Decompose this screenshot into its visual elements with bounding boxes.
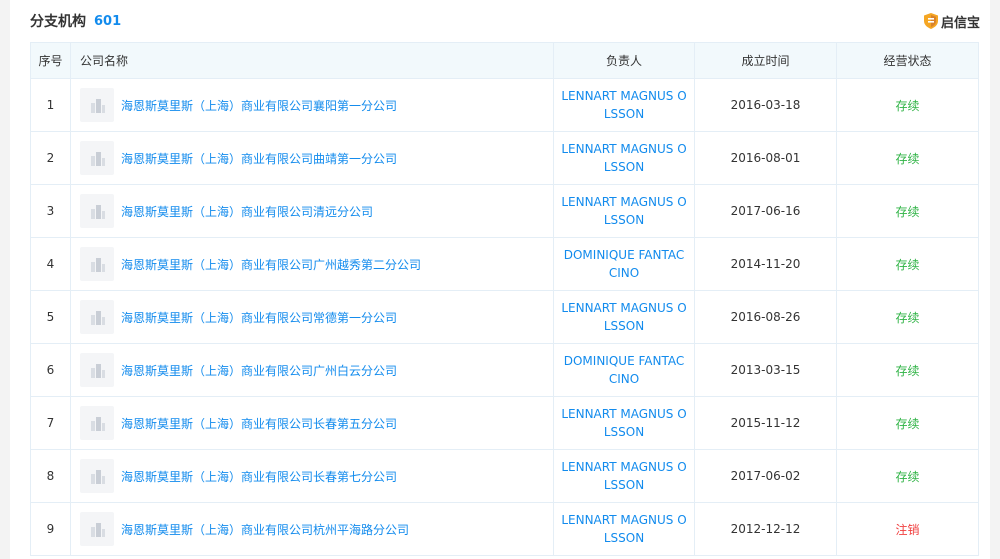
company-logo-icon[interactable] [80, 247, 114, 281]
company-logo-icon[interactable] [80, 353, 114, 387]
row-index: 5 [30, 290, 71, 344]
person-cell: DOMINIQUE FANTACCINO [553, 343, 695, 397]
table-row: 9 海恩斯莫里斯（上海）商业有限公司杭州平海路分公司 LENNART MAGNU… [30, 502, 979, 556]
established-date: 2012-12-12 [694, 502, 837, 556]
company-logo-icon[interactable] [80, 459, 114, 493]
company-cell: 海恩斯莫里斯（上海）商业有限公司襄阳第一分公司 [70, 78, 554, 132]
brand-label: 启信宝 [940, 15, 980, 31]
table-header-row: 序号 公司名称 负责人 成立时间 经营状态 [30, 42, 979, 79]
person-cell: LENNART MAGNUS OLSSON [553, 78, 695, 132]
company-logo-icon[interactable] [80, 141, 114, 175]
person-in-charge-link[interactable]: LENNART MAGNUS OLSSON [560, 405, 688, 441]
table-row: 8 海恩斯莫里斯（上海）商业有限公司长春第七分公司 LENNART MAGNUS… [30, 449, 979, 503]
table-row: 5 海恩斯莫里斯（上海）商业有限公司常德第一分公司 LENNART MAGNUS… [30, 290, 979, 344]
brand-badge[interactable]: 启信宝 [923, 12, 980, 31]
status-badge: 注销 [836, 502, 979, 556]
status-badge: 存续 [836, 237, 979, 291]
row-index: 4 [30, 237, 71, 291]
row-index: 1 [30, 78, 71, 132]
company-cell: 海恩斯莫里斯（上海）商业有限公司广州越秀第二分公司 [70, 237, 554, 291]
person-in-charge-link[interactable]: LENNART MAGNUS OLSSON [560, 193, 688, 229]
person-in-charge-link[interactable]: DOMINIQUE FANTACCINO [560, 352, 688, 388]
established-date: 2016-08-01 [694, 131, 837, 185]
person-in-charge-link[interactable]: DOMINIQUE FANTACCINO [560, 246, 688, 282]
left-gutter [0, 0, 10, 559]
company-cell: 海恩斯莫里斯（上海）商业有限公司长春第五分公司 [70, 396, 554, 450]
company-name-link[interactable]: 海恩斯莫里斯（上海）商业有限公司杭州平海路分公司 [121, 521, 409, 538]
company-name-link[interactable]: 海恩斯莫里斯（上海）商业有限公司广州越秀第二分公司 [121, 256, 421, 273]
established-date: 2014-11-20 [694, 237, 837, 291]
established-date: 2015-11-12 [694, 396, 837, 450]
company-cell: 海恩斯莫里斯（上海）商业有限公司长春第七分公司 [70, 449, 554, 503]
status-badge: 存续 [836, 343, 979, 397]
person-cell: LENNART MAGNUS OLSSON [553, 449, 695, 503]
person-in-charge-link[interactable]: LENNART MAGNUS OLSSON [560, 458, 688, 494]
table-row: 1 海恩斯莫里斯（上海）商业有限公司襄阳第一分公司 LENNART MAGNUS… [30, 78, 979, 132]
company-name-link[interactable]: 海恩斯莫里斯（上海）商业有限公司清远分公司 [121, 203, 373, 220]
column-header-index: 序号 [30, 42, 71, 79]
branch-table: 序号 公司名称 负责人 成立时间 经营状态 1 海恩斯莫里斯（上海）商业有限公司… [30, 42, 979, 556]
company-name-link[interactable]: 海恩斯莫里斯（上海）商业有限公司广州白云分公司 [121, 362, 397, 379]
company-name-link[interactable]: 海恩斯莫里斯（上海）商业有限公司曲靖第一分公司 [121, 150, 397, 167]
company-cell: 海恩斯莫里斯（上海）商业有限公司杭州平海路分公司 [70, 502, 554, 556]
section-title: 分支机构 [30, 14, 86, 30]
column-header-status: 经营状态 [836, 42, 979, 79]
column-header-company-name: 公司名称 [70, 42, 554, 79]
table-row: 7 海恩斯莫里斯（上海）商业有限公司长春第五分公司 LENNART MAGNUS… [30, 396, 979, 450]
shield-icon [923, 13, 938, 29]
company-logo-icon[interactable] [80, 194, 114, 228]
person-in-charge-link[interactable]: LENNART MAGNUS OLSSON [560, 511, 688, 547]
established-date: 2016-03-18 [694, 78, 837, 132]
table-row: 6 海恩斯莫里斯（上海）商业有限公司广州白云分公司 DOMINIQUE FANT… [30, 343, 979, 397]
table-row: 2 海恩斯莫里斯（上海）商业有限公司曲靖第一分公司 LENNART MAGNUS… [30, 131, 979, 185]
company-logo-icon[interactable] [80, 512, 114, 546]
person-in-charge-link[interactable]: LENNART MAGNUS OLSSON [560, 140, 688, 176]
row-index: 2 [30, 131, 71, 185]
company-name-link[interactable]: 海恩斯莫里斯（上海）商业有限公司长春第七分公司 [121, 468, 397, 485]
established-date: 2017-06-02 [694, 449, 837, 503]
person-cell: LENNART MAGNUS OLSSON [553, 131, 695, 185]
column-header-established-date: 成立时间 [694, 42, 837, 79]
row-index: 8 [30, 449, 71, 503]
status-badge: 存续 [836, 184, 979, 238]
established-date: 2017-06-16 [694, 184, 837, 238]
row-index: 7 [30, 396, 71, 450]
company-cell: 海恩斯莫里斯（上海）商业有限公司清远分公司 [70, 184, 554, 238]
company-cell: 海恩斯莫里斯（上海）商业有限公司广州白云分公司 [70, 343, 554, 397]
person-cell: DOMINIQUE FANTACCINO [553, 237, 695, 291]
status-badge: 存续 [836, 78, 979, 132]
column-header-person-in-charge: 负责人 [553, 42, 695, 79]
section-header: 分支机构 601 启信宝 [30, 10, 980, 32]
person-cell: LENNART MAGNUS OLSSON [553, 396, 695, 450]
established-date: 2016-08-26 [694, 290, 837, 344]
row-index: 3 [30, 184, 71, 238]
company-name-link[interactable]: 海恩斯莫里斯（上海）商业有限公司常德第一分公司 [121, 309, 397, 326]
row-index: 6 [30, 343, 71, 397]
status-badge: 存续 [836, 449, 979, 503]
company-logo-icon[interactable] [80, 88, 114, 122]
branch-count: 601 [94, 13, 122, 29]
person-in-charge-link[interactable]: LENNART MAGNUS OLSSON [560, 87, 688, 123]
status-badge: 存续 [836, 131, 979, 185]
company-cell: 海恩斯莫里斯（上海）商业有限公司常德第一分公司 [70, 290, 554, 344]
table-row: 3 海恩斯莫里斯（上海）商业有限公司清远分公司 LENNART MAGNUS O… [30, 184, 979, 238]
status-badge: 存续 [836, 396, 979, 450]
person-cell: LENNART MAGNUS OLSSON [553, 290, 695, 344]
established-date: 2013-03-15 [694, 343, 837, 397]
person-cell: LENNART MAGNUS OLSSON [553, 502, 695, 556]
company-name-link[interactable]: 海恩斯莫里斯（上海）商业有限公司襄阳第一分公司 [121, 97, 397, 114]
company-cell: 海恩斯莫里斯（上海）商业有限公司曲靖第一分公司 [70, 131, 554, 185]
table-row: 4 海恩斯莫里斯（上海）商业有限公司广州越秀第二分公司 DOMINIQUE FA… [30, 237, 979, 291]
row-index: 9 [30, 502, 71, 556]
status-badge: 存续 [836, 290, 979, 344]
company-logo-icon[interactable] [80, 406, 114, 440]
branch-offices-panel: 分支机构 601 启信宝 序号 公司名称 负责人 成立时间 经营状态 1 海恩斯… [0, 0, 1000, 559]
person-cell: LENNART MAGNUS OLSSON [553, 184, 695, 238]
right-gutter [990, 0, 1000, 559]
company-logo-icon[interactable] [80, 300, 114, 334]
person-in-charge-link[interactable]: LENNART MAGNUS OLSSON [560, 299, 688, 335]
company-name-link[interactable]: 海恩斯莫里斯（上海）商业有限公司长春第五分公司 [121, 415, 397, 432]
